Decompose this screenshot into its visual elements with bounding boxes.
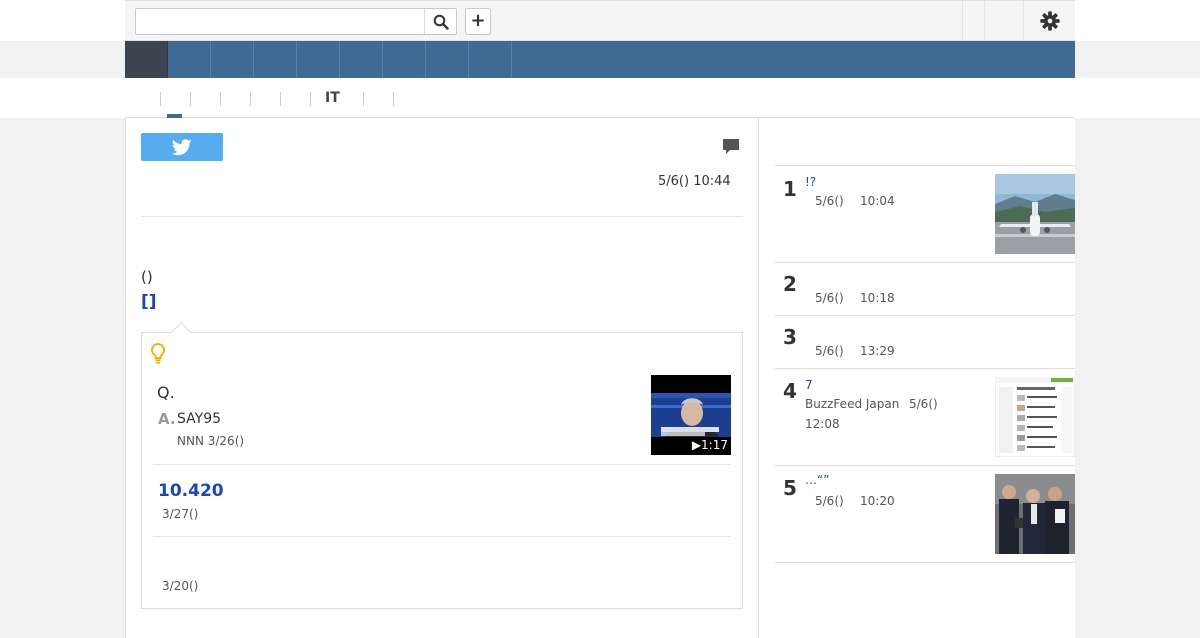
nav-item[interactable]: [426, 41, 469, 78]
ranking-list: 1 !? 5/6() 10:04 2 5/6() 10:18 3 5/6() 1…: [775, 165, 1075, 563]
divider: [141, 216, 743, 217]
rank-time: 10:20: [860, 494, 895, 508]
ranking-sidebar: 1 !? 5/6() 10:04 2 5/6() 10:18 3 5/6() 1…: [759, 118, 1075, 638]
related-date: 3/20(): [162, 579, 199, 593]
nav-item[interactable]: [340, 41, 383, 78]
search-box: [135, 8, 457, 35]
rank-date: 5/6(): [815, 291, 844, 305]
qa-box-arrow: [171, 322, 191, 342]
ranking-item[interactable]: 2 5/6() 10:18: [775, 263, 1075, 316]
search-input[interactable]: [136, 9, 424, 34]
subtab-divider: [190, 92, 191, 106]
related-date: 3/27(): [162, 507, 199, 521]
rank-source: BuzzFeed Japan: [805, 397, 900, 411]
rank-time: 10:18: [860, 291, 895, 305]
qa-box: Q. A. SAY95 NNN 3/26() ▶1:17 10.420 3/27…: [141, 322, 743, 609]
twitter-bird-icon: [172, 138, 192, 155]
subtab-divider: [160, 92, 161, 106]
comment-icon[interactable]: [722, 138, 740, 155]
rank-time: 13:29: [860, 344, 895, 358]
webpage-screenshot: [995, 377, 1075, 457]
rank-date: 5/6(): [815, 194, 844, 208]
nav-item[interactable]: [254, 41, 297, 78]
subtab-divider: [280, 92, 281, 106]
article-link[interactable]: []: [141, 292, 157, 312]
rank-number: 4: [783, 379, 797, 403]
category-subnav: IT: [0, 78, 1200, 118]
rank-date: 5/6(): [909, 397, 938, 411]
toolbar-divider: [984, 1, 985, 40]
duration-text: 1:17: [701, 438, 728, 452]
answer-mark: A.: [158, 410, 176, 428]
video-duration: ▶1:17: [692, 438, 728, 452]
rank-thumbnail[interactable]: [995, 174, 1075, 254]
twitter-share-button[interactable]: [141, 133, 223, 161]
top-toolbar: +: [0, 0, 1200, 41]
related-headline[interactable]: 10.420: [158, 481, 224, 501]
airplane-photo: [995, 174, 1075, 254]
rank-time: 12:08: [805, 417, 840, 431]
nav-item[interactable]: [469, 41, 512, 78]
subtab-divider: [250, 92, 251, 106]
nav-item[interactable]: [211, 41, 254, 78]
subtab-divider: [393, 92, 394, 106]
subtab-divider: [363, 92, 364, 106]
ranking-item[interactable]: 5 …“” 5/6() 10:20: [775, 466, 1075, 563]
divider: [153, 536, 731, 537]
ranking-item[interactable]: 1 !? 5/6() 10:04: [775, 166, 1075, 263]
search-icon: [433, 14, 449, 30]
article-source: (): [141, 268, 153, 286]
rank-date: 5/6(): [815, 494, 844, 508]
nav-item[interactable]: [383, 41, 426, 78]
article-date: 5/6() 10:44: [658, 174, 731, 189]
toolbar-container: +: [125, 0, 1075, 41]
main-navbar: [125, 41, 1075, 78]
rank-thumbnail[interactable]: [995, 474, 1075, 554]
play-icon: ▶: [691, 438, 702, 452]
video-thumbnail[interactable]: ▶1:17: [651, 375, 731, 455]
rank-thumbnail[interactable]: [995, 377, 1075, 457]
article-column: 5/6() 10:44 () [] Q. A. SAY95 NNN 3/26(): [125, 118, 759, 638]
lightbulb-icon: [150, 342, 166, 364]
subtab-it[interactable]: IT: [325, 90, 340, 106]
rank-number: 2: [783, 272, 797, 296]
search-button[interactable]: [424, 9, 456, 34]
toolbar-divider: [962, 1, 963, 40]
rank-title[interactable]: 7: [805, 378, 813, 392]
press-conference-photo: [995, 474, 1075, 554]
subnav-container: IT: [125, 78, 1075, 118]
divider: [153, 464, 731, 465]
rank-time: 10:04: [860, 194, 895, 208]
rank-number: 5: [783, 476, 797, 500]
ranking-item[interactable]: 4 7 BuzzFeed Japan 5/6() 12:08: [775, 369, 1075, 466]
nav-item[interactable]: [168, 41, 211, 78]
subtab-divider: [310, 92, 311, 106]
subtab-divider: [220, 92, 221, 106]
answer-text[interactable]: SAY95: [177, 411, 221, 427]
toolbar-divider: [1023, 1, 1024, 40]
rank-number: 3: [783, 325, 797, 349]
rank-title[interactable]: …“”: [805, 473, 829, 487]
rank-title[interactable]: !?: [805, 175, 816, 189]
answer-source: NNN 3/26(): [177, 434, 245, 448]
ranking-item[interactable]: 3 5/6() 13:29: [775, 316, 1075, 369]
gear-icon[interactable]: [1039, 10, 1061, 32]
nav-item[interactable]: [297, 41, 340, 78]
question-label: Q.: [157, 383, 175, 402]
rank-date: 5/6(): [815, 344, 844, 358]
nav-item-home[interactable]: [125, 41, 168, 78]
add-button[interactable]: +: [465, 8, 491, 35]
rank-number: 1: [783, 177, 797, 201]
